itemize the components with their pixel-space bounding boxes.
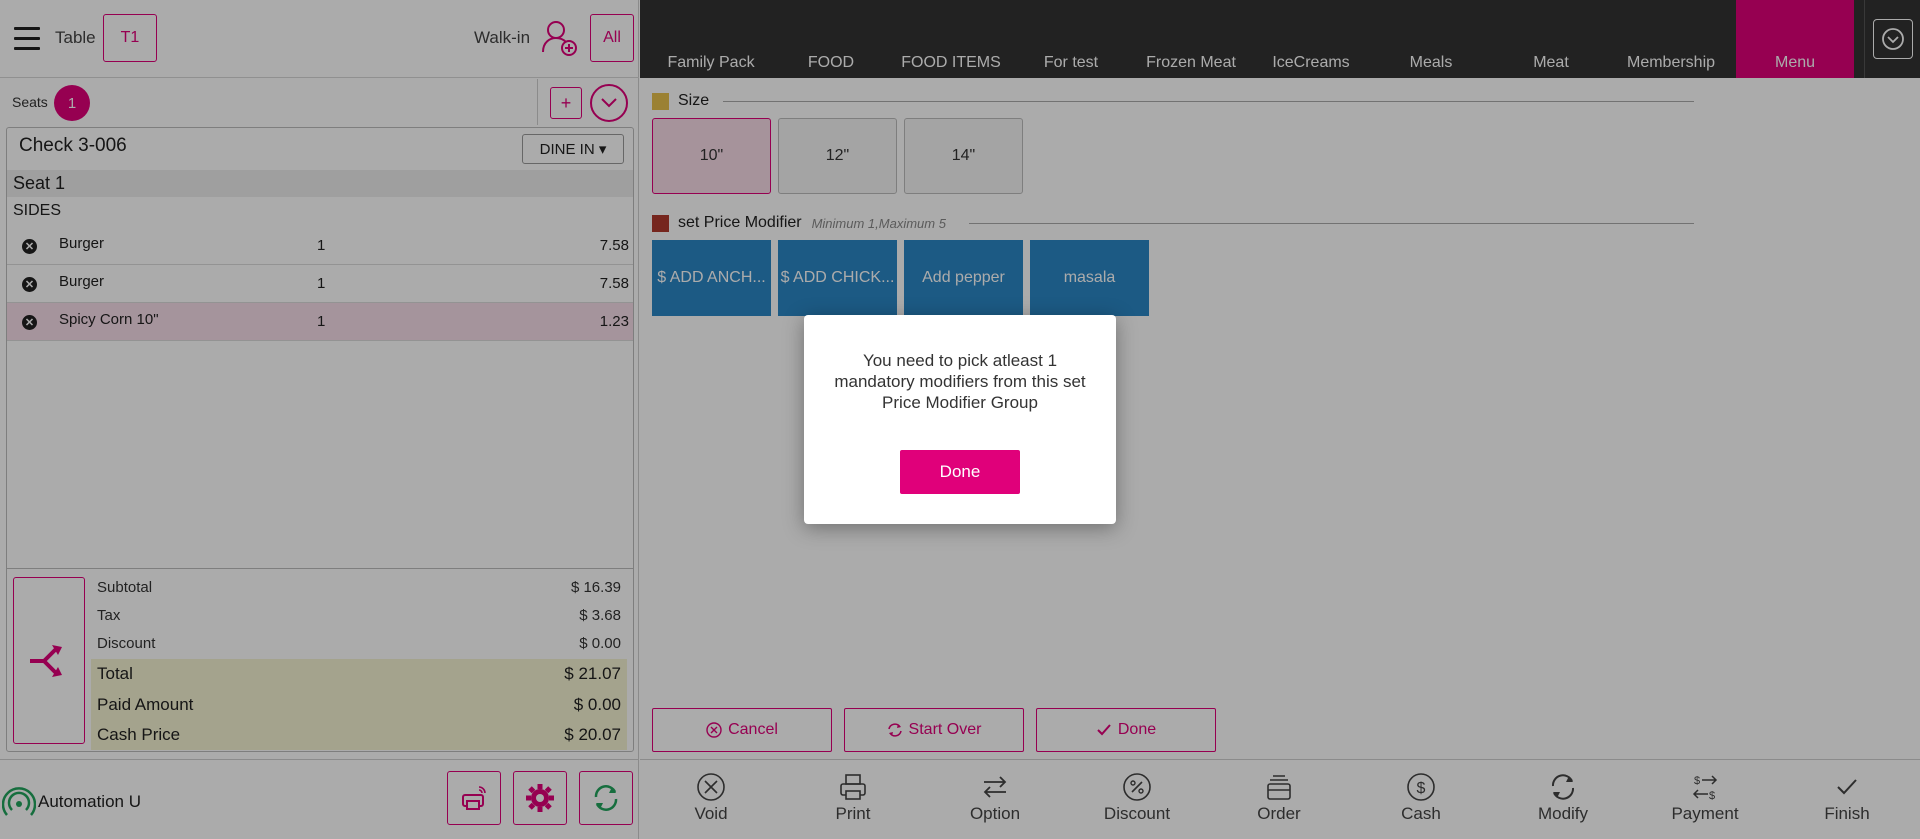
alert-dialog: You need to pick atleast 1 mandatory mod… <box>804 315 1116 524</box>
dialog-done-button[interactable]: Done <box>900 450 1020 494</box>
dialog-message: You need to pick atleast 1 mandatory mod… <box>834 351 1086 412</box>
